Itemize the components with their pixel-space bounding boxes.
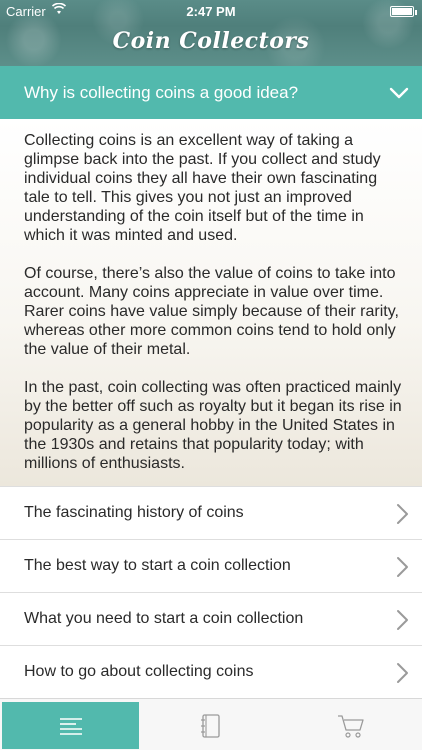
list-item-history[interactable]: The fascinating history of coins (0, 486, 422, 539)
list-item-label: What you need to start a coin collection (24, 610, 304, 627)
clock: 2:47 PM (186, 4, 236, 19)
content-paragraph: In the past, coin collecting was often p… (24, 379, 402, 472)
list-item-start-collection[interactable]: The best way to start a coin collection (0, 539, 422, 592)
section-title: Why is collecting coins a good idea? (24, 82, 299, 102)
book-icon (200, 713, 220, 738)
list-item-label: The best way to start a coin collection (24, 557, 291, 574)
list-item-what-you-need[interactable]: What you need to start a coin collection (0, 592, 422, 645)
status-bar: Carrier 2:47 PM (0, 0, 422, 22)
content-paragraph: Of course, there’s also the value of coi… (24, 265, 399, 358)
chevron-right-icon (397, 610, 408, 630)
tab-guide[interactable] (142, 702, 279, 749)
chevron-down-icon (389, 87, 409, 99)
chevron-right-icon (397, 663, 408, 683)
section-content: Collecting coins is an excellent way of … (0, 119, 422, 486)
list-icon (59, 717, 82, 735)
list-item-label: How to go about collecting coins (24, 663, 254, 680)
list-item-label: The fascinating history of coins (24, 504, 244, 521)
chevron-right-icon (397, 504, 408, 524)
list-item-how-to-collect[interactable]: How to go about collecting coins (0, 645, 422, 698)
battery-icon (390, 6, 417, 17)
chevron-right-icon (397, 557, 408, 577)
cart-icon (338, 714, 364, 738)
section-header-why-collect[interactable]: Why is collecting coins a good idea? (0, 66, 422, 119)
app-header: Carrier 2:47 PM Coin Collectors (0, 0, 422, 66)
app-title: Coin Collectors (112, 28, 310, 54)
tab-shop[interactable] (282, 702, 420, 749)
tab-topics[interactable] (2, 702, 139, 749)
tab-bar (0, 698, 422, 750)
content-paragraph: Collecting coins is an excellent way of … (24, 132, 381, 244)
